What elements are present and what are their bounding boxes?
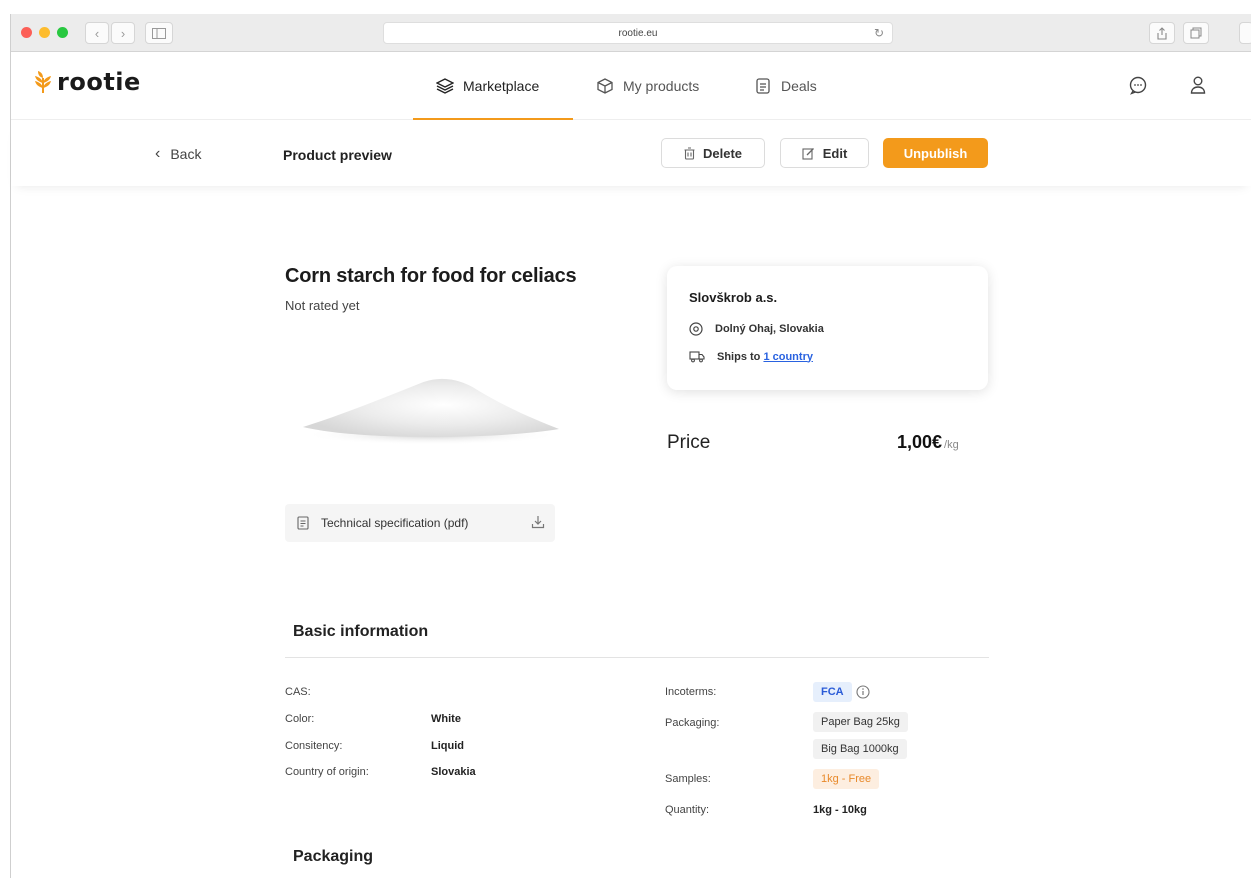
handshake-icon — [756, 78, 770, 94]
samples-chip: 1kg - Free — [813, 769, 880, 789]
unpublish-button[interactable]: Unpublish — [883, 138, 988, 168]
location-pin-icon — [689, 322, 703, 336]
consistency-value: Liquid — [431, 740, 464, 752]
cas-label: CAS: — [285, 686, 311, 698]
samples-label: Samples: — [665, 773, 711, 785]
price-amount: 1,00€ — [897, 432, 943, 452]
nav-my-products-label: My products — [623, 78, 700, 94]
incoterms-label: Incoterms: — [665, 686, 717, 698]
ships-to-countries-link[interactable]: 1 country — [763, 351, 813, 363]
product-rating: Not rated yet — [285, 298, 360, 313]
user-icon[interactable] — [1187, 74, 1209, 96]
chat-icon[interactable] — [1127, 74, 1149, 96]
seller-card: Slovškrob a.s. Dolný Ohaj, Slovakia Ship… — [667, 266, 988, 390]
tabs-icon — [1190, 27, 1202, 39]
info-icon[interactable] — [856, 685, 870, 699]
browser-forward-button[interactable]: › — [111, 22, 135, 44]
edit-label: Edit — [822, 145, 848, 161]
back-button[interactable]: ‹ Back — [155, 145, 201, 163]
nav-my-products[interactable]: My products — [596, 52, 699, 120]
seller-shipping: Ships to 1 country — [689, 350, 813, 363]
layers-icon — [436, 78, 454, 94]
minimize-window-button[interactable] — [39, 27, 50, 38]
sidebar-icon — [152, 27, 166, 39]
delete-label: Delete — [702, 145, 743, 161]
product-image — [303, 378, 559, 445]
download-icon[interactable] — [531, 515, 545, 529]
packaging-chip: Big Bag 1000kg — [813, 739, 907, 759]
nav-deals-label: Deals — [781, 78, 817, 94]
country-of-origin-label: Country of origin: — [285, 766, 369, 778]
seller-location: Dolný Ohaj, Slovakia — [689, 322, 824, 336]
packaging-label: Packaging: — [665, 717, 720, 729]
product-title: Corn starch for food for celiacs — [285, 265, 577, 287]
trash-icon — [684, 146, 695, 160]
tabs-overview-button[interactable] — [1183, 22, 1209, 44]
address-bar-url: rootie.eu — [618, 27, 658, 39]
sidebar-toggle-button[interactable] — [145, 22, 173, 44]
seller-location-text: Dolný Ohaj, Slovakia — [715, 323, 824, 335]
browser-back-button[interactable]: ‹ — [85, 22, 109, 44]
nav-deals[interactable]: Deals — [754, 52, 817, 120]
rootie-logo[interactable]: rootie — [33, 68, 141, 96]
edit-button[interactable]: Edit — [780, 138, 869, 168]
reload-icon[interactable]: ↻ — [874, 26, 884, 40]
browser-toolbar: ‹ › rootie.eu ↻ — [11, 14, 1251, 52]
browser-window: ‹ › rootie.eu ↻ rootie Marketplace My pr… — [10, 14, 1251, 878]
specification-file-name: Technical specification (pdf) — [321, 516, 469, 530]
product-toolbar: ‹ Back Product preview Delete Edit Unpub… — [11, 121, 1251, 186]
wheat-logo-icon — [35, 71, 51, 93]
truck-icon — [689, 351, 705, 363]
close-window-button[interactable] — [21, 27, 32, 38]
packaging-heading: Packaging — [293, 848, 374, 865]
address-bar[interactable]: rootie.eu ↻ — [383, 22, 893, 44]
share-button[interactable] — [1149, 22, 1175, 44]
technical-specification-file[interactable]: Technical specification (pdf) — [285, 504, 555, 542]
incoterms-chip: FCA — [813, 682, 852, 702]
quantity-label: Quantity: — [665, 804, 710, 816]
edit-icon — [802, 147, 814, 160]
country-of-origin-value: Slovakia — [431, 766, 476, 778]
seller-name[interactable]: Slovškrob a.s. — [689, 290, 777, 305]
new-tab-button[interactable] — [1239, 22, 1251, 44]
box-icon — [597, 78, 613, 94]
share-icon — [1157, 26, 1167, 40]
quantity-value: 1kg - 10kg — [813, 804, 867, 816]
consistency-label: Consitency: — [285, 740, 343, 752]
page-title: Product preview — [283, 147, 392, 163]
maximize-window-button[interactable] — [57, 27, 68, 38]
logo-text: rootie — [57, 68, 141, 96]
back-label: Back — [170, 146, 202, 162]
price-label: Price — [667, 432, 711, 453]
ships-to-label: Ships to — [717, 350, 761, 363]
color-value: White — [431, 713, 461, 725]
price-unit: /kg — [944, 439, 959, 451]
active-nav-indicator — [413, 118, 573, 120]
document-icon — [297, 516, 309, 530]
app-header: rootie Marketplace My products Deals — [11, 52, 1251, 120]
nav-marketplace-label: Marketplace — [463, 78, 540, 94]
basic-information-heading: Basic information — [293, 623, 429, 640]
delete-button[interactable]: Delete — [661, 138, 765, 168]
price-value: 1,00€/kg — [897, 432, 959, 453]
color-label: Color: — [285, 713, 315, 725]
section-divider — [285, 657, 989, 658]
chevron-left-icon: ‹ — [155, 145, 161, 162]
packaging-chip: Paper Bag 25kg — [813, 712, 908, 732]
nav-marketplace[interactable]: Marketplace — [436, 52, 539, 120]
